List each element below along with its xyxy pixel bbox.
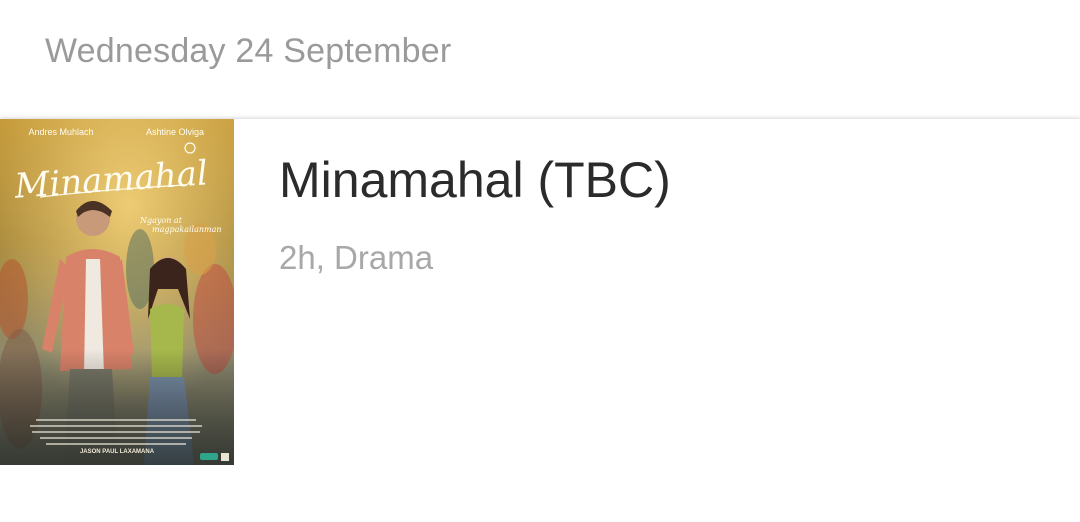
list-bottom-spacer bbox=[0, 465, 1080, 522]
poster-actor-left: Andres Muhlach bbox=[28, 127, 93, 137]
movie-title[interactable]: Minamahal (TBC) bbox=[279, 151, 671, 209]
date-section-header: Wednesday 24 September bbox=[0, 0, 1080, 119]
poster-tagline-2: magpakailanman bbox=[152, 225, 222, 234]
poster-tagline-1: Ngayon at bbox=[139, 216, 183, 225]
screen: Wednesday 24 September JASON PAUL LAXAMA… bbox=[0, 0, 1080, 522]
poster-director: JASON PAUL LAXAMANA bbox=[80, 449, 155, 455]
movie-card[interactable]: JASON PAUL LAXAMANA Andres Muhlach Ashti… bbox=[0, 119, 1080, 465]
movie-poster[interactable]: JASON PAUL LAXAMANA Andres Muhlach Ashti… bbox=[0, 119, 234, 465]
date-label: Wednesday 24 September bbox=[45, 32, 452, 70]
movie-meta: 2h, Drama bbox=[279, 239, 434, 276]
poster-actor-right: Ashtine Olviga bbox=[146, 127, 204, 137]
